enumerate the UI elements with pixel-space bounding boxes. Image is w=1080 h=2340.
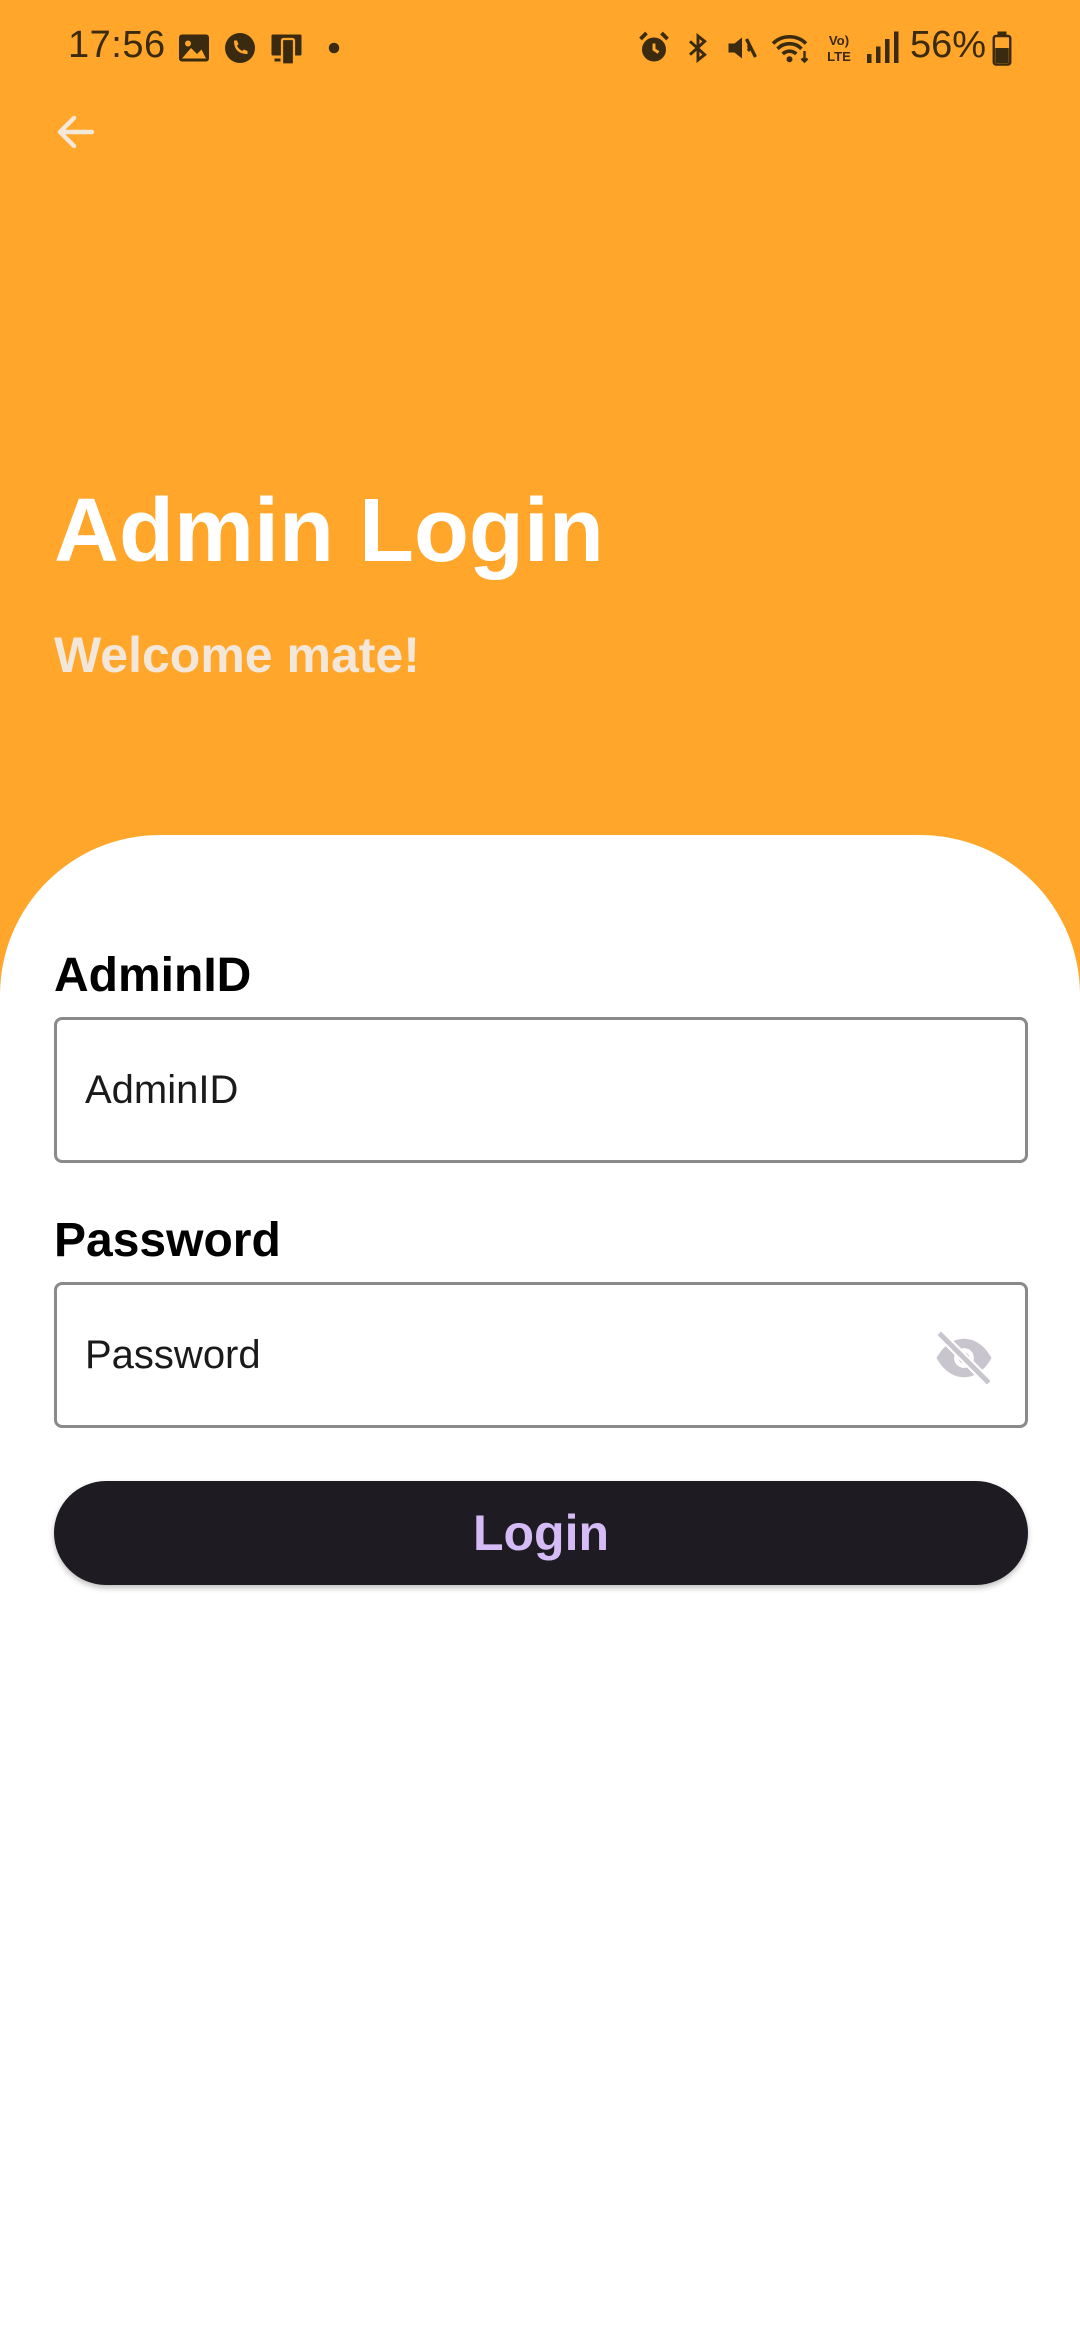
- login-button[interactable]: Login: [54, 1481, 1028, 1585]
- bluetooth-icon: [689, 32, 707, 64]
- arrow-left-icon: [57, 115, 95, 149]
- alarm-icon: [639, 31, 669, 62]
- password-label: Password: [54, 1214, 281, 1267]
- eye-off-icon[interactable]: [931, 1325, 997, 1391]
- status-time: 17:56: [68, 24, 166, 66]
- volte-icon: Vo) LTE: [827, 33, 851, 64]
- svg-text:Vo): Vo): [829, 33, 849, 48]
- admin-id-field-container: [54, 1017, 1028, 1163]
- battery-icon: [992, 31, 1012, 66]
- battery-percentage: 56%: [910, 24, 987, 66]
- password-field-container: [54, 1282, 1028, 1428]
- gallery-icon: [179, 34, 209, 62]
- cast-icon: [271, 34, 302, 66]
- mute-icon: [728, 37, 757, 59]
- wifi-icon: [771, 34, 809, 64]
- svg-text:LTE: LTE: [827, 49, 851, 64]
- signal-icon: [867, 31, 899, 63]
- admin-id-input[interactable]: [57, 1020, 1025, 1160]
- back-button[interactable]: [40, 96, 112, 168]
- dot-icon: [328, 42, 340, 54]
- page-subtitle: Welcome mate!: [54, 627, 420, 683]
- page-title: Admin Login: [54, 481, 604, 581]
- password-input[interactable]: [57, 1285, 1025, 1425]
- call-icon: [225, 33, 255, 63]
- admin-id-label: AdminID: [54, 949, 252, 1002]
- status-bar: 17:56 Vo) LTE 56%: [0, 0, 1080, 96]
